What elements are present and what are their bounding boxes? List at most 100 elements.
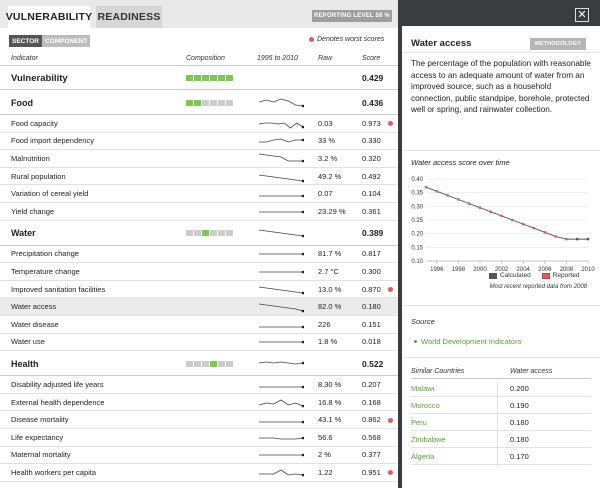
raw-value: 2.7 °C xyxy=(318,266,339,276)
score-value: 0.180 xyxy=(362,302,381,312)
indicator-row[interactable]: Temperature change 2.7 °C 0.300 xyxy=(0,263,398,281)
indicator-row[interactable]: Water disease 226 0.151 xyxy=(0,316,398,334)
indicator-row[interactable]: Water use 1.8 % 0.018 xyxy=(0,334,398,352)
indicator-row[interactable]: Rural population 49.2 % 0.492 xyxy=(0,168,398,186)
country-link[interactable]: Algeria xyxy=(411,452,434,461)
sparkline-end-dot xyxy=(301,210,304,214)
country-link[interactable]: Malawi xyxy=(411,384,434,393)
view-toggle: SECTOR COMPONENT xyxy=(9,35,91,47)
sparkline-end-dot xyxy=(301,104,304,107)
raw-value: 33 % xyxy=(318,136,336,146)
indicator-row[interactable]: Disease mortality 43.1 % 0.862 xyxy=(0,411,398,429)
y-tick-label: 0.35 xyxy=(411,191,423,197)
sparkline-end-dot xyxy=(301,341,304,344)
country-link[interactable]: Morocco xyxy=(411,401,440,410)
indicator-name: Yield change xyxy=(11,206,55,216)
indicator-row[interactable]: Water access 82.0 % 0.180 xyxy=(0,298,398,316)
tab-vulnerability[interactable]: VULNERABILITY xyxy=(6,6,92,28)
data-point xyxy=(586,237,590,241)
data-point xyxy=(565,237,568,241)
composition-segment xyxy=(186,75,193,81)
component-toggle[interactable]: COMPONENT xyxy=(41,35,91,47)
trend-sparkline xyxy=(259,194,304,198)
indicator-row[interactable]: External health dependence 16.8 % 0.168 xyxy=(0,394,398,412)
worst-score-icon xyxy=(388,417,393,423)
sparkline-path xyxy=(259,469,304,476)
worst-scores-note: Denotes worst scores xyxy=(309,36,384,43)
bullet-icon xyxy=(414,340,417,343)
reporting-level-badge: REPORTING LEVEL 58 % xyxy=(312,10,392,22)
score-value: 0.568 xyxy=(362,432,381,442)
trend-sparkline xyxy=(259,253,304,256)
worst-score-icon xyxy=(388,287,393,293)
indicator-row[interactable]: Malnutrition 3.2 % 0.320 xyxy=(0,150,398,168)
indicator-row[interactable]: Variation of cereal yield 0.07 0.104 xyxy=(0,185,398,203)
trend-sparkline xyxy=(258,122,304,129)
sector-row[interactable]: Food 0.436 xyxy=(0,90,398,115)
score-value: 0.862 xyxy=(362,415,381,425)
sparkline-path xyxy=(258,122,304,129)
y-tick-label: 0.40 xyxy=(411,177,423,183)
score-value: 0.817 xyxy=(362,249,381,259)
indicator-row[interactable]: Yield change 23.29 % 0.361 xyxy=(0,203,398,221)
similar-country-row[interactable]: Malawi 0.200 xyxy=(411,380,591,397)
raw-value: 82.0 % xyxy=(318,302,342,312)
similar-country-row[interactable]: Algeria 0.170 xyxy=(411,448,591,465)
indicator-name: Variation of cereal yield xyxy=(11,189,89,199)
indicator-name: Food xyxy=(11,97,33,108)
similar-country-row[interactable]: Morocco 0.190 xyxy=(411,397,591,414)
country-value: 0.190 xyxy=(510,401,529,410)
raw-value: 2 % xyxy=(318,450,331,460)
sector-row[interactable]: Health 0.522 xyxy=(0,351,398,377)
indicator-name: Disability adjusted life years xyxy=(11,379,104,389)
sparkline-end-dot xyxy=(301,234,304,238)
indicator-name: Vulnerability xyxy=(11,73,68,84)
sparkline-end-dot xyxy=(301,436,304,440)
indicator-row[interactable]: Precipitation change 81.7 % 0.817 xyxy=(0,246,398,264)
y-tick-label: 0.20 xyxy=(411,232,423,238)
composition-segment xyxy=(226,360,233,367)
indicator-row[interactable]: Life expectancy 56.6 0.568 xyxy=(0,429,398,447)
sector-toggle[interactable]: SECTOR xyxy=(9,35,42,47)
country-link[interactable]: Zimbabwe xyxy=(411,435,446,444)
composition-segment xyxy=(226,99,233,106)
indicator-row[interactable]: Maternal mortality 2 % 0.377 xyxy=(0,447,398,465)
tab-readiness[interactable]: READINESS xyxy=(96,6,162,28)
trend-sparkline xyxy=(259,420,304,424)
trend-sparkline xyxy=(258,303,304,313)
similar-country-row[interactable]: Peru 0.180 xyxy=(411,414,591,431)
raw-value: 81.7 % xyxy=(318,249,342,259)
data-point xyxy=(489,210,492,213)
composition-segment xyxy=(218,99,225,106)
composition-segment xyxy=(186,230,193,237)
indicator-row[interactable]: Health workers per capita 1.22 0.951 xyxy=(0,464,398,482)
raw-value: 16.8 % xyxy=(318,397,342,407)
similar-country-row[interactable]: Zimbabwe 0.180 xyxy=(411,431,591,448)
score-value: 0.207 xyxy=(362,379,381,389)
close-button[interactable]: ✕ xyxy=(575,8,589,22)
sparkline-path xyxy=(258,303,304,312)
score-value: 0.104 xyxy=(362,189,381,199)
sector-row[interactable]: Vulnerability 0.429 xyxy=(0,66,398,90)
composition-segment xyxy=(226,230,233,237)
score-value: 0.389 xyxy=(362,228,384,239)
raw-value: 43.1 % xyxy=(318,415,342,425)
y-tick-label: 0.30 xyxy=(411,204,423,210)
indicator-row[interactable]: Food capacity 0.03 0.973 xyxy=(0,115,398,133)
x-tick-label: 1996 xyxy=(430,267,444,273)
source-link[interactable]: World Development Indicators xyxy=(414,337,521,346)
indicator-row[interactable]: Food import dependency 33 % 0.330 xyxy=(0,133,398,151)
series-line xyxy=(425,186,588,240)
sector-row[interactable]: Water 0.389 xyxy=(0,221,398,246)
composition-segment xyxy=(210,75,217,81)
sparkline-end-dot xyxy=(301,179,304,182)
methodology-button[interactable]: METHODOLOGY xyxy=(530,38,586,50)
sparkline-end-dot xyxy=(301,361,304,364)
indicator-row[interactable]: Improved sanitation facilities 13.0 % 0.87… xyxy=(0,281,398,299)
raw-value: 0.03 xyxy=(318,118,333,128)
y-tick-label: 0.15 xyxy=(411,245,423,251)
indicator-row[interactable]: Disability adjusted life years 8.30 % 0.20… xyxy=(0,376,398,394)
raw-value: 13.0 % xyxy=(318,284,342,294)
country-link[interactable]: Peru xyxy=(411,418,427,427)
indicator-name: Improved sanitation facilities xyxy=(11,284,106,294)
